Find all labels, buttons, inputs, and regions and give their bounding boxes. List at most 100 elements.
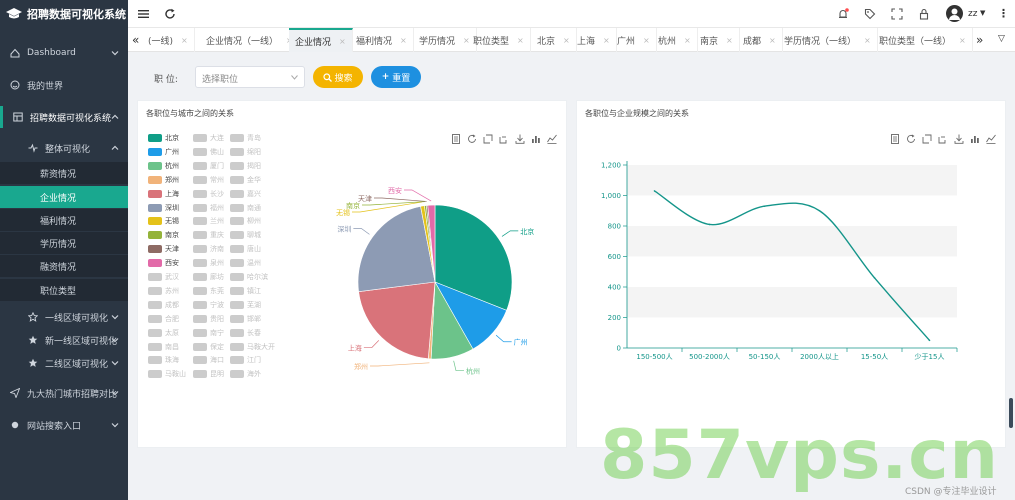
tab-scroll-right-icon[interactable]: » bbox=[976, 33, 988, 47]
pie-label: 深圳 bbox=[337, 225, 351, 234]
close-icon[interactable]: × bbox=[726, 36, 733, 45]
pie-label: 郑州 bbox=[354, 363, 368, 371]
tab-label: 学历情况（一线） bbox=[784, 36, 857, 47]
tab-8[interactable]: 广州 × bbox=[611, 28, 657, 52]
line-point-少于15人[interactable] bbox=[928, 339, 931, 342]
y-tick-label: 600 bbox=[608, 253, 621, 261]
x-tick-label: 少于15人 bbox=[915, 353, 945, 361]
tab-5[interactable]: 职位类型 × bbox=[467, 28, 531, 52]
close-icon[interactable]: × bbox=[339, 37, 346, 46]
search-button[interactable]: 搜索 bbox=[313, 66, 363, 88]
search-icon bbox=[323, 72, 333, 82]
tab-6[interactable]: 北京 × bbox=[531, 28, 577, 52]
line-series[interactable] bbox=[654, 190, 931, 341]
sidebar-item-recruit-system[interactable]: 招聘数据可视化系统 bbox=[0, 106, 128, 128]
sidebar-item-hot-city-compare[interactable]: 九大热门城市招聘对比 bbox=[0, 382, 128, 404]
sidebar-item-tier2-vis[interactable]: 二线区域可视化 bbox=[0, 352, 128, 374]
sidebar-subitem-5[interactable]: 职位类型 bbox=[0, 279, 128, 301]
line-point-50-150人[interactable] bbox=[763, 205, 766, 207]
sidebar-item-my-world[interactable]: 我的世界 bbox=[0, 74, 128, 96]
close-icon[interactable]: × bbox=[517, 36, 524, 45]
tab-1[interactable]: 企业情况（一线）× bbox=[200, 28, 300, 52]
line-chart: 0 200 400 600 800 1,000 1,200 150-500人 500-2000人… bbox=[601, 161, 958, 361]
sidebar-item-overall-vis[interactable]: 整体可视化 bbox=[0, 137, 128, 159]
pie-leader-line bbox=[363, 340, 380, 348]
line-point-150-500人[interactable] bbox=[653, 190, 656, 192]
star-outline-icon bbox=[28, 312, 38, 322]
reset-button[interactable]: + 重置 bbox=[371, 66, 421, 88]
y-tick-label: 0 bbox=[617, 345, 621, 353]
tab-label: 学历情况 bbox=[419, 36, 456, 47]
line-point-15-50人[interactable] bbox=[873, 277, 876, 279]
tab-13[interactable]: 职位类型（一线） × bbox=[873, 28, 973, 52]
lock-icon[interactable] bbox=[918, 8, 930, 20]
sidebar-item-dashboard[interactable]: Dashboard bbox=[0, 42, 128, 64]
caret-down-icon[interactable]: ▼ bbox=[980, 9, 985, 17]
sidebar-item-site-search[interactable]: 网站搜索入口 bbox=[0, 414, 128, 436]
chevron-up-icon bbox=[110, 143, 120, 153]
user-name[interactable]: zz bbox=[968, 9, 977, 19]
globe-icon bbox=[10, 80, 20, 90]
bell-icon[interactable] bbox=[837, 8, 849, 20]
tab-12[interactable]: 学历情况（一线） × bbox=[778, 28, 878, 52]
chevron-down-icon bbox=[110, 420, 120, 430]
tab-11[interactable]: 成都 × bbox=[737, 28, 783, 52]
sidebar-subitem-0[interactable]: 薪资情况 bbox=[0, 162, 128, 184]
sidebar-subitem-3[interactable]: 学历情况 bbox=[0, 232, 128, 254]
close-icon[interactable]: × bbox=[603, 36, 610, 45]
tab-7[interactable]: 上海 × bbox=[571, 28, 617, 52]
page-scrollbar[interactable] bbox=[1009, 398, 1013, 428]
close-icon[interactable]: × bbox=[769, 36, 776, 45]
tab-bar: « » ▽ (一线)×企业情况（一线）×企业情况×福利情况×学历情况×职位类型×… bbox=[128, 28, 1015, 52]
tab-dropdown-icon[interactable]: ▽ bbox=[998, 34, 1010, 48]
close-icon[interactable]: × bbox=[684, 36, 691, 45]
close-icon[interactable]: × bbox=[400, 36, 407, 45]
pie-slice-上海[interactable] bbox=[358, 281, 436, 360]
sidebar-item-label: 网站搜索入口 bbox=[27, 421, 82, 432]
sidebar-subitem-1[interactable]: 企业情况 bbox=[0, 186, 128, 208]
close-icon[interactable]: × bbox=[563, 36, 570, 45]
dashboard-icon bbox=[10, 48, 20, 58]
tab-9[interactable]: 杭州 × bbox=[652, 28, 698, 52]
fullscreen-icon[interactable] bbox=[891, 8, 903, 20]
line-point-500-2000人[interactable] bbox=[708, 223, 711, 226]
sidebar-subitem-4[interactable]: 融资情况 bbox=[0, 255, 128, 277]
tab-10[interactable]: 南京 × bbox=[694, 28, 740, 52]
chevron-down-icon bbox=[110, 388, 120, 398]
tab-0[interactable]: (一线) × bbox=[142, 28, 195, 52]
avatar[interactable] bbox=[946, 5, 963, 22]
sidebar-item-new-tier1-vis[interactable]: 新一线区域可视化 bbox=[0, 329, 128, 351]
tab-2[interactable]: 企业情况 × bbox=[289, 28, 353, 52]
sidebar-item-label: 一线区域可视化 bbox=[45, 313, 109, 324]
graduation-cap-icon bbox=[6, 8, 22, 19]
tab-label: 杭州 bbox=[658, 36, 677, 47]
sidebar-subitem-2[interactable]: 福利情况 bbox=[0, 209, 128, 231]
close-icon[interactable]: × bbox=[864, 36, 871, 45]
star-icon bbox=[28, 358, 38, 368]
grid-band bbox=[627, 287, 957, 318]
tab-label: (一线) bbox=[148, 36, 174, 47]
pie-label: 北京 bbox=[520, 227, 534, 236]
close-icon[interactable]: × bbox=[959, 36, 966, 45]
user-icon bbox=[949, 8, 960, 20]
tab-label: 南京 bbox=[700, 36, 719, 47]
brand[interactable]: 招聘数据可视化系统 bbox=[0, 0, 128, 28]
close-icon[interactable]: × bbox=[643, 36, 650, 45]
tag-icon[interactable] bbox=[864, 8, 876, 20]
pie-leader-line bbox=[374, 197, 427, 202]
sidebar-item-label: Dashboard bbox=[27, 48, 76, 58]
pie-label: 西安 bbox=[388, 186, 402, 195]
line-point-2000人以上[interactable] bbox=[818, 209, 821, 212]
more-vertical-icon[interactable]: ⋮ bbox=[998, 7, 1009, 20]
dot-icon bbox=[10, 420, 20, 430]
x-tick-label: 500-2000人 bbox=[689, 353, 730, 361]
tab-3[interactable]: 福利情况 × bbox=[350, 28, 414, 52]
tab-label: 企业情况 bbox=[295, 37, 332, 48]
pie-label: 广州 bbox=[514, 338, 528, 347]
close-icon[interactable]: × bbox=[181, 36, 188, 45]
position-select[interactable]: 选择职位 bbox=[195, 66, 305, 88]
sidebar-item-tier1-vis[interactable]: 一线区域可视化 bbox=[0, 306, 128, 328]
hamburger-icon[interactable] bbox=[138, 8, 150, 20]
refresh-icon[interactable] bbox=[164, 8, 176, 20]
pie-leader-line bbox=[495, 334, 512, 343]
